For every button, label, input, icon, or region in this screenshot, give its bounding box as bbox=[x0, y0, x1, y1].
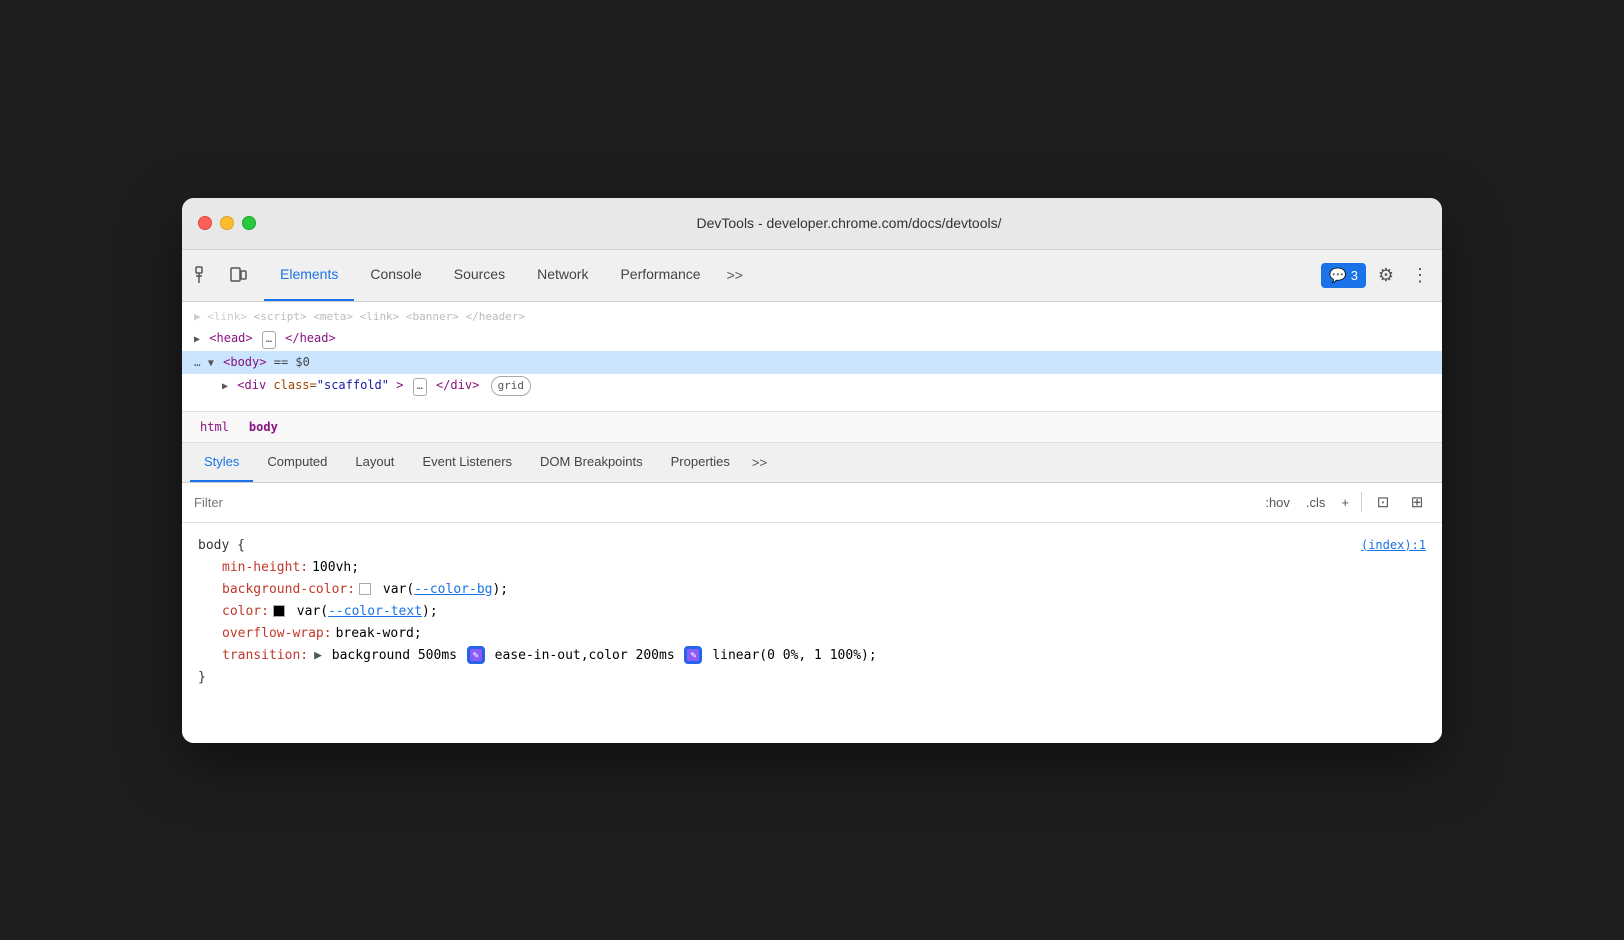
tab-more-button[interactable]: >> bbox=[717, 249, 753, 301]
css-panel: (index):1 body { min-height: 100vh; back… bbox=[182, 523, 1442, 743]
styles-tabs: Styles Computed Layout Event Listeners D… bbox=[182, 443, 1442, 483]
css-property-name-bg[interactable]: background-color: bbox=[198, 579, 355, 601]
tab-sources[interactable]: Sources bbox=[438, 249, 521, 301]
inspect-icon bbox=[195, 266, 213, 284]
close-button[interactable] bbox=[198, 216, 212, 230]
div-triangle-icon: ▶ bbox=[222, 379, 228, 395]
hov-button[interactable]: :hov bbox=[1261, 493, 1294, 512]
tab-console[interactable]: Console bbox=[354, 249, 437, 301]
element-state-button[interactable]: ⊡ bbox=[1370, 489, 1396, 515]
css-transition-value1: background 500ms bbox=[332, 648, 457, 663]
css-value-overflow[interactable]: break-word; bbox=[336, 623, 422, 645]
css-prop-overflow-wrap: overflow-wrap: break-word; bbox=[198, 623, 1426, 645]
css-close-brace: } bbox=[198, 667, 206, 689]
device-toggle-button[interactable] bbox=[224, 261, 252, 289]
cls-button[interactable]: .cls bbox=[1302, 493, 1330, 512]
maximize-button[interactable] bbox=[242, 216, 256, 230]
css-prop-background-color: background-color: var(--color-bg); bbox=[198, 579, 1426, 601]
more-icon: ⋮ bbox=[1411, 265, 1429, 286]
css-source-link[interactable]: (index):1 bbox=[1361, 535, 1426, 555]
filter-actions: :hov .cls + ⊡ ⊞ bbox=[1261, 489, 1430, 515]
css-property-name-transition[interactable]: transition: bbox=[198, 645, 308, 667]
css-var-prefix: var( bbox=[383, 582, 414, 597]
css-property-name-overflow[interactable]: overflow-wrap: bbox=[198, 623, 332, 645]
tab-performance[interactable]: Performance bbox=[604, 249, 716, 301]
toolbar-right: 💬 3 ⚙ ⋮ bbox=[1321, 261, 1434, 289]
inspect-element-button[interactable] bbox=[190, 261, 218, 289]
dom-row-faded[interactable]: ▶ <link> <script> <meta> <link> <banner>… bbox=[182, 306, 1442, 328]
style-tab-computed[interactable]: Computed bbox=[253, 442, 341, 482]
settings-button[interactable]: ⚙ bbox=[1372, 261, 1400, 289]
device-icon bbox=[229, 266, 247, 284]
color-swatch-black[interactable] bbox=[273, 605, 285, 617]
settings-icon: ⚙ bbox=[1378, 265, 1394, 286]
css-prop-transition: transition: ▶ background 500ms ease-in-o… bbox=[198, 645, 1426, 667]
breadcrumb-bar: html body bbox=[182, 412, 1442, 443]
dom-row-head[interactable]: ▶ <head> … </head> bbox=[182, 327, 1442, 351]
css-transition-value2: ease-in-out,color 200ms bbox=[495, 648, 675, 663]
style-tab-layout[interactable]: Layout bbox=[341, 442, 408, 482]
div-ellipsis-badge[interactable]: … bbox=[413, 378, 427, 396]
tab-elements[interactable]: Elements bbox=[264, 249, 354, 301]
window-title: DevTools - developer.chrome.com/docs/dev… bbox=[272, 215, 1426, 231]
color-swatch-white[interactable] bbox=[359, 583, 371, 595]
style-tab-more-button[interactable]: >> bbox=[744, 455, 775, 470]
css-property-name-color[interactable]: color: bbox=[198, 601, 269, 623]
style-tab-styles[interactable]: Styles bbox=[190, 442, 253, 482]
tab-bar: Elements Console Sources Network Perform… bbox=[264, 249, 1309, 301]
new-style-rule-button[interactable]: ⊞ bbox=[1404, 489, 1430, 515]
css-var-prefix-2: var( bbox=[297, 604, 328, 619]
panel-icon: ⊞ bbox=[1411, 493, 1424, 511]
dom-panel: ▶ <link> <script> <meta> <link> <banner>… bbox=[182, 302, 1442, 412]
tab-network[interactable]: Network bbox=[521, 249, 604, 301]
palette-icon: ⊡ bbox=[1377, 493, 1390, 511]
style-tab-event-listeners[interactable]: Event Listeners bbox=[408, 442, 526, 482]
color-picker-button-2[interactable] bbox=[684, 646, 702, 664]
titlebar: DevTools - developer.chrome.com/docs/dev… bbox=[182, 198, 1442, 250]
more-options-button[interactable]: ⋮ bbox=[1406, 261, 1434, 289]
issues-icon: 💬 bbox=[1329, 267, 1346, 284]
style-tab-dom-breakpoints[interactable]: DOM Breakpoints bbox=[526, 442, 657, 482]
css-selector-row: body { bbox=[198, 535, 1426, 557]
issues-badge-button[interactable]: 💬 3 bbox=[1321, 263, 1366, 288]
css-var-color-text[interactable]: --color-text bbox=[328, 604, 422, 619]
style-tab-properties[interactable]: Properties bbox=[657, 442, 744, 482]
minimize-button[interactable] bbox=[220, 216, 234, 230]
css-var-color-bg[interactable]: --color-bg bbox=[414, 582, 492, 597]
css-prop-color: color: var(--color-text); bbox=[198, 601, 1426, 623]
color-picker-button-1[interactable] bbox=[467, 646, 485, 664]
triangle-icon: ▶ bbox=[194, 332, 200, 348]
css-transition-value3: linear(0 0%, 1 100%); bbox=[712, 648, 876, 663]
css-prop-min-height: min-height: 100vh; bbox=[198, 557, 1426, 579]
transition-expand-arrow[interactable]: ▶ bbox=[314, 648, 322, 663]
devtools-window: DevTools - developer.chrome.com/docs/dev… bbox=[182, 198, 1442, 743]
breadcrumb-body[interactable]: body bbox=[243, 418, 284, 436]
dom-row-body[interactable]: … ▼ <body> == $0 bbox=[182, 351, 1442, 374]
add-class-button[interactable]: + bbox=[1337, 493, 1353, 512]
ellipsis-badge[interactable]: … bbox=[262, 331, 276, 349]
filter-bar: :hov .cls + ⊡ ⊞ bbox=[182, 483, 1442, 523]
filter-divider bbox=[1361, 492, 1362, 512]
traffic-lights bbox=[198, 216, 256, 230]
css-selector: body { bbox=[198, 535, 245, 557]
expand-triangle-icon: ▼ bbox=[208, 356, 214, 372]
breadcrumb-html[interactable]: html bbox=[194, 418, 235, 436]
css-property-name[interactable]: min-height: bbox=[198, 557, 308, 579]
devtools-toolbar: Elements Console Sources Network Perform… bbox=[182, 250, 1442, 302]
grid-badge[interactable]: grid bbox=[491, 376, 532, 396]
toolbar-icons bbox=[190, 261, 252, 289]
css-property-value[interactable]: 100vh; bbox=[312, 557, 359, 579]
dom-row-div[interactable]: ▶ <div class="scaffold" > … </div> grid bbox=[182, 374, 1442, 398]
filter-input[interactable] bbox=[194, 495, 1261, 510]
css-close-brace-row: } bbox=[198, 667, 1426, 689]
